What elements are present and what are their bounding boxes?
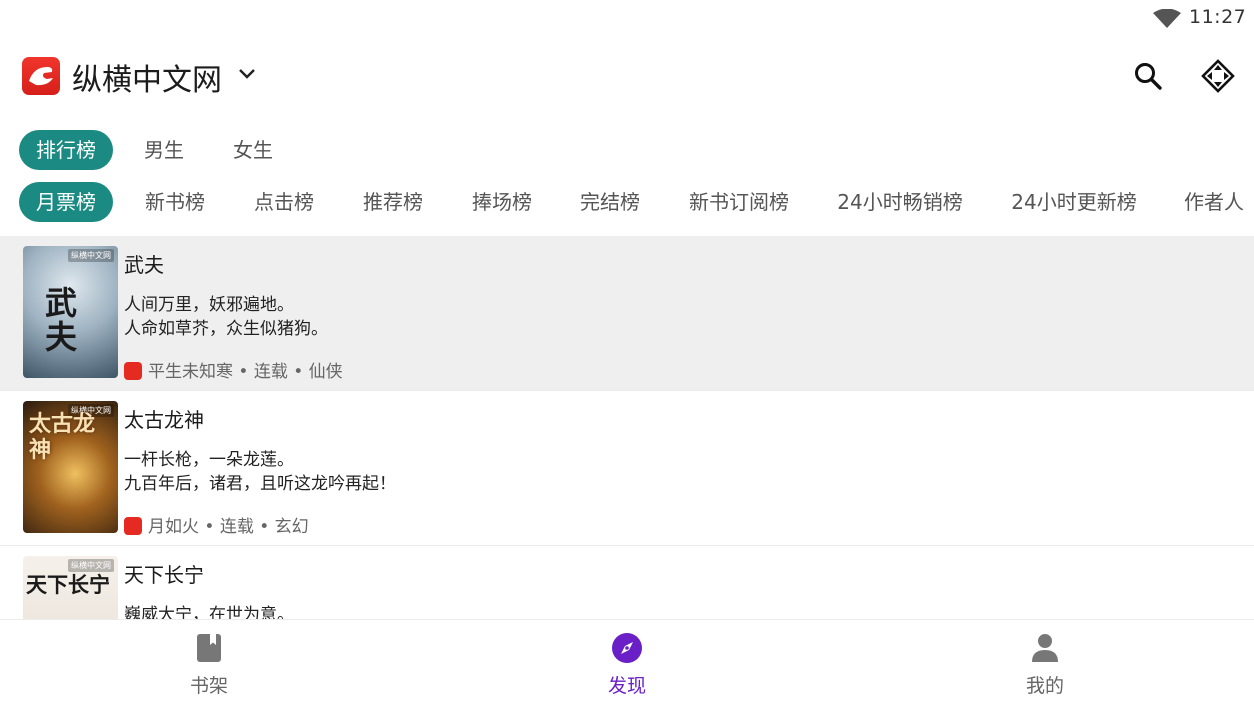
book-cover: 纵横中文网 武夫 bbox=[23, 246, 118, 378]
book-list: 纵横中文网 武夫 武夫 人间万里，妖邪遍地。 人命如草芥，众生似猪狗。 平生未知… bbox=[0, 236, 1254, 619]
book-item[interactable]: 纵横中文网 武夫 武夫 人间万里，妖邪遍地。 人命如草芥，众生似猪狗。 平生未知… bbox=[0, 236, 1254, 391]
tab-monthly-ticket[interactable]: 月票榜 bbox=[19, 182, 113, 222]
bottom-nav: 书架 发现 我的 bbox=[0, 619, 1254, 705]
tab-clicks[interactable]: 点击榜 bbox=[243, 182, 325, 222]
book-description: 一杆长枪，一朵龙莲。 九百年后，诸君，且听这龙吟再起！ bbox=[124, 450, 396, 494]
category-tabs: 排行榜 男生 女生 bbox=[0, 130, 1254, 172]
book-meta: 平生未知寒 • 连载 • 仙侠 bbox=[124, 357, 343, 382]
tab-recommend[interactable]: 推荐榜 bbox=[352, 182, 434, 222]
brand-logo-icon bbox=[124, 517, 142, 535]
book-title: 武夫 bbox=[124, 253, 164, 277]
cover-title: 天下长宁 bbox=[26, 572, 110, 597]
tab-24h-updates[interactable]: 24小时更新榜 bbox=[1004, 182, 1144, 222]
tab-male[interactable]: 男生 bbox=[133, 130, 195, 170]
nav-label: 发现 bbox=[607, 675, 646, 697]
status-time: 11:27 bbox=[1189, 6, 1247, 28]
cover-brand: 纵横中文网 bbox=[68, 249, 114, 262]
compass-icon bbox=[612, 633, 642, 663]
book-cover: 纵横中文网 天下长宁 bbox=[23, 556, 118, 619]
nav-label: 书架 bbox=[189, 675, 228, 697]
cover-title: 太古龙神 bbox=[29, 411, 96, 463]
book-title: 天下长宁 bbox=[124, 563, 204, 587]
nav-discover[interactable]: 发现 bbox=[418, 620, 836, 705]
nav-bookshelf[interactable]: 书架 bbox=[0, 620, 418, 705]
cover-title: 武夫 bbox=[45, 284, 78, 356]
book-meta-text: 平生未知寒 • 连载 • 仙侠 bbox=[148, 362, 343, 382]
tab-24h-bestseller[interactable]: 24小时畅销榜 bbox=[830, 182, 970, 222]
app-title[interactable]: 纵横中文网 bbox=[72, 55, 222, 99]
status-bar: 11:27 bbox=[0, 0, 1254, 36]
book-item[interactable]: 纵横中文网 太古龙神 太古龙神 一杆长枪，一朵龙莲。 九百年后，诸君，且听这龙吟… bbox=[0, 391, 1254, 546]
tab-new-subscriptions[interactable]: 新书订阅榜 bbox=[680, 182, 798, 222]
book-item[interactable]: 纵横中文网 天下长宁 天下长宁 巍威大宁，在世为意。 bbox=[0, 546, 1254, 619]
tab-support[interactable]: 捧场榜 bbox=[461, 182, 543, 222]
tab-female[interactable]: 女生 bbox=[222, 130, 284, 170]
book-title: 太古龙神 bbox=[124, 408, 204, 432]
chevron-down-icon[interactable] bbox=[238, 67, 256, 81]
wifi-icon bbox=[1153, 9, 1181, 28]
book-cover: 纵横中文网 太古龙神 bbox=[23, 401, 118, 533]
app-logo-icon bbox=[22, 57, 60, 95]
search-icon[interactable] bbox=[1131, 59, 1165, 93]
nav-profile[interactable]: 我的 bbox=[836, 620, 1254, 705]
book-meta-text: 月如火 • 连载 • 玄幻 bbox=[148, 517, 309, 537]
app-header: 纵横中文网 bbox=[0, 50, 1254, 104]
ranking-tabs: 月票榜 新书榜 点击榜 推荐榜 捧场榜 完结榜 新书订阅榜 24小时畅销榜 24… bbox=[0, 182, 1254, 224]
tab-authors[interactable]: 作者人 bbox=[1176, 182, 1254, 222]
book-icon bbox=[197, 634, 221, 662]
nav-label: 我的 bbox=[1025, 675, 1064, 697]
tab-completed[interactable]: 完结榜 bbox=[569, 182, 651, 222]
book-description: 人间万里，妖邪遍地。 人命如草芥，众生似猪狗。 bbox=[124, 295, 328, 339]
person-icon bbox=[1032, 634, 1058, 662]
book-meta: 月如火 • 连载 • 玄幻 bbox=[124, 512, 309, 537]
tab-new-books[interactable]: 新书榜 bbox=[134, 182, 216, 222]
cover-brand: 纵横中文网 bbox=[68, 559, 114, 572]
book-description: 巍威大宁，在世为意。 bbox=[124, 605, 294, 619]
brand-logo-icon bbox=[124, 362, 142, 380]
source-switch-icon[interactable] bbox=[1200, 58, 1236, 94]
tab-ranking[interactable]: 排行榜 bbox=[19, 130, 113, 170]
